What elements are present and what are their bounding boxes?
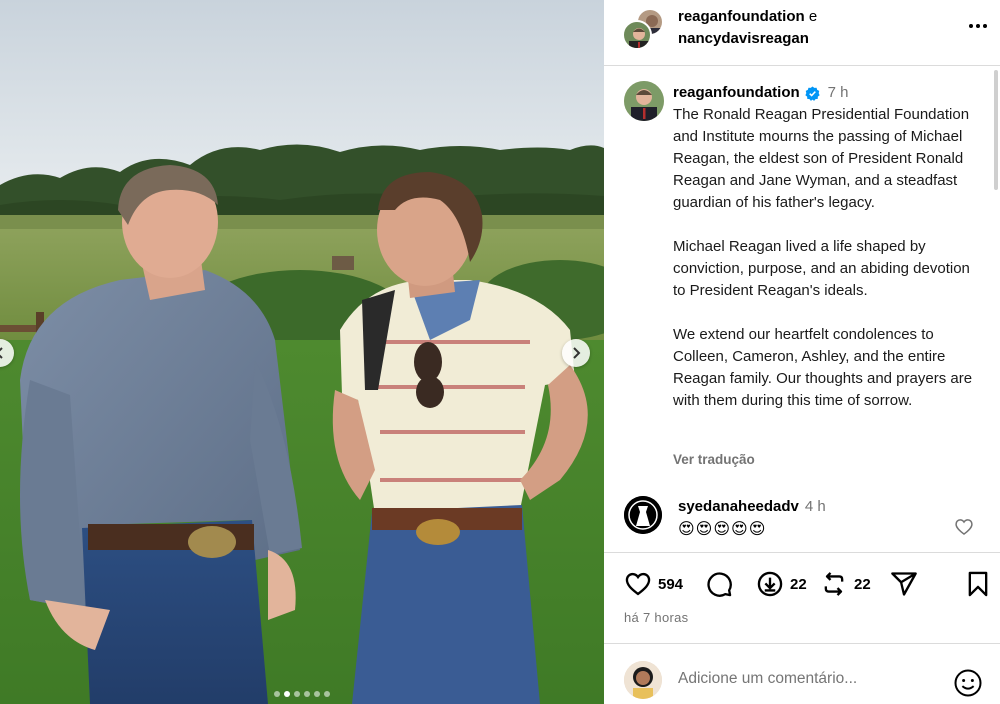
post-header: reaganfoundation e nancydavisreagan bbox=[604, 0, 1000, 66]
comment-text: 😍😍😍😍😍 bbox=[678, 521, 767, 538]
likes-count[interactable]: 594 bbox=[658, 576, 683, 593]
verified-badge-icon bbox=[805, 85, 820, 101]
post-photo[interactable] bbox=[0, 0, 604, 704]
current-user-avatar bbox=[624, 661, 662, 699]
repost-count: 22 bbox=[854, 575, 871, 593]
comment-button[interactable] bbox=[705, 570, 733, 598]
more-icon-dot bbox=[983, 24, 987, 28]
carousel-dot bbox=[294, 691, 300, 697]
carousel-dot bbox=[304, 691, 310, 697]
comment-avatar[interactable] bbox=[624, 496, 662, 534]
chevron-left-icon bbox=[0, 347, 3, 359]
comment-timestamp: 4 h bbox=[804, 498, 826, 515]
bookmark-icon bbox=[968, 571, 988, 597]
caption-username-link[interactable]: reaganfoundation bbox=[673, 82, 800, 104]
caption-paragraph: The Ronald Reagan Presidential Foundatio… bbox=[673, 106, 970, 211]
caption-paragraph: We extend our heartfelt condolences to C… bbox=[673, 326, 973, 409]
carousel-indicator bbox=[0, 691, 604, 697]
comment-icon bbox=[707, 572, 732, 597]
caption-section[interactable]: reaganfoundation 7 h The Ronald Reagan P… bbox=[604, 67, 1000, 551]
comment-item: syedanaheedadv 4 h 😍😍😍😍😍 bbox=[604, 495, 1000, 551]
comment-input[interactable] bbox=[678, 670, 938, 688]
heart-icon bbox=[625, 572, 651, 596]
photo-illustration bbox=[0, 0, 604, 704]
download-icon bbox=[757, 571, 783, 597]
carousel-dot bbox=[274, 691, 280, 697]
carousel-dot bbox=[314, 691, 320, 697]
add-comment-bar bbox=[604, 643, 1000, 704]
like-button[interactable]: 594 bbox=[624, 570, 683, 598]
more-icon-dot bbox=[976, 24, 980, 28]
avatar-reaganfoundation bbox=[622, 20, 652, 50]
carousel-dot-active bbox=[284, 691, 290, 697]
post-authors: reaganfoundation e nancydavisreagan bbox=[678, 6, 817, 50]
post-timestamp[interactable]: há 7 horas bbox=[624, 610, 688, 625]
emoji-icon[interactable] bbox=[953, 668, 983, 698]
download-count: 22 bbox=[790, 575, 807, 593]
repost-button[interactable]: 22 bbox=[820, 570, 871, 598]
caption-paragraph: Michael Reagan lived a life shaped by co… bbox=[673, 238, 970, 299]
share-button[interactable] bbox=[890, 570, 918, 598]
save-button[interactable] bbox=[964, 570, 992, 598]
author-reaganfoundation-link[interactable]: reaganfoundation bbox=[678, 8, 805, 25]
repost-icon bbox=[824, 572, 844, 596]
collab-avatars[interactable] bbox=[622, 8, 664, 50]
comment-username-link[interactable]: syedanaheedadv bbox=[678, 498, 799, 515]
authors-connector: e bbox=[808, 8, 818, 25]
more-icon bbox=[969, 24, 973, 28]
caption-scrollbar[interactable] bbox=[994, 70, 998, 190]
carousel-next-button[interactable] bbox=[562, 339, 590, 367]
carousel-dot bbox=[324, 691, 330, 697]
download-button[interactable]: 22 bbox=[756, 570, 807, 598]
caption-text: The Ronald Reagan Presidential Foundatio… bbox=[673, 104, 983, 412]
author-nancydavisreagan-link[interactable]: nancydavisreagan bbox=[678, 28, 817, 50]
post-side-panel: reaganfoundation e nancydavisreagan reag… bbox=[604, 0, 1000, 704]
chevron-right-icon bbox=[573, 347, 581, 359]
share-icon bbox=[891, 572, 917, 596]
caption-avatar[interactable] bbox=[624, 81, 664, 121]
comment-heart-icon[interactable] bbox=[954, 517, 974, 537]
more-options-button[interactable] bbox=[964, 14, 992, 38]
see-translation-link[interactable]: Ver tradução bbox=[673, 452, 755, 467]
caption-timestamp[interactable]: 7 h bbox=[828, 82, 849, 104]
post-actions: 594 22 22 há 7 horas bbox=[604, 552, 1000, 642]
